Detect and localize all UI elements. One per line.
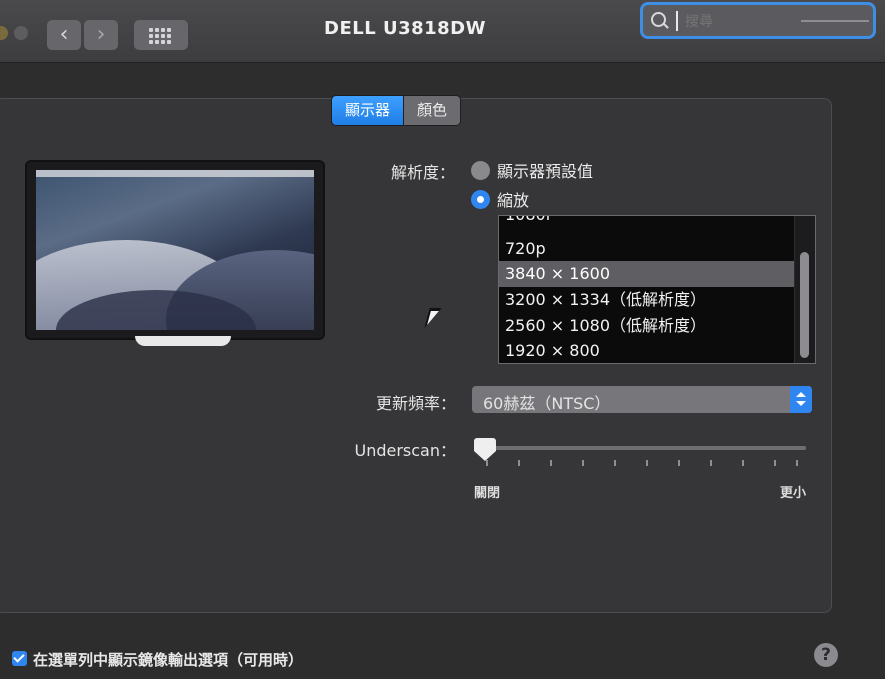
search-field[interactable]	[640, 2, 876, 39]
show-all-button[interactable]	[134, 20, 188, 50]
title-bar: ‹ › DELL U3818DW	[0, 0, 885, 63]
window-control-dot[interactable]	[0, 26, 8, 40]
scrollbar-thumb[interactable]	[800, 252, 809, 358]
radio-label: 縮放	[497, 191, 530, 210]
underscan-slider-knob[interactable]	[474, 438, 496, 461]
slider-min-label: 關閉	[474, 486, 501, 501]
resolution-option[interactable]: 3200 × 1334（低解析度）	[499, 287, 795, 313]
underscan-slider[interactable]	[478, 446, 806, 450]
tab-display[interactable]: 顯示器	[331, 95, 405, 126]
slider-tick	[518, 460, 520, 466]
select-arrows-icon	[790, 386, 812, 413]
slider-max-label: 更小	[780, 486, 807, 501]
search-icon	[651, 12, 666, 27]
help-button[interactable]: ?	[814, 643, 838, 667]
slider-tick	[710, 460, 712, 466]
resolution-label: 解析度：	[390, 163, 455, 182]
text-caret	[676, 11, 678, 31]
refresh-rate-select[interactable]: 60赫茲（NTSC）	[472, 386, 812, 413]
underscan-label: Underscan：	[354, 441, 456, 460]
window-title: DELL U3818DW	[324, 18, 486, 39]
refresh-rate-label: 更新頻率：	[375, 394, 456, 413]
desktop-wallpaper	[36, 170, 314, 330]
resolution-option[interactable]: 3840 × 1600	[499, 261, 795, 287]
search-input[interactable]	[683, 9, 827, 35]
search-field-glare	[801, 20, 869, 22]
radio-button[interactable]	[471, 189, 490, 209]
scrollbar[interactable]	[794, 216, 815, 363]
mirror-options-checkbox[interactable]	[12, 651, 27, 666]
radio-label: 顯示器預設值	[497, 162, 594, 181]
preview-menubar	[36, 170, 314, 177]
slider-tick	[742, 460, 744, 466]
slider-tick	[646, 460, 648, 466]
resolution-option[interactable]: 1920 × 800	[499, 338, 795, 363]
chevron-left-icon: ‹	[59, 22, 69, 47]
tab-bar: 顯示器 顏色	[331, 95, 462, 126]
resolution-option[interactable]: 1080i	[499, 216, 795, 228]
radio-scaled[interactable]: 縮放	[471, 187, 529, 211]
slider-tick	[550, 460, 552, 466]
slider-tick	[774, 460, 776, 466]
back-button[interactable]: ‹	[47, 20, 81, 50]
slider-tick	[614, 460, 616, 466]
resolution-option[interactable]: 720p	[499, 236, 795, 262]
refresh-rate-value: 60赫茲（NTSC）	[483, 394, 611, 413]
window-control-dot[interactable]	[14, 26, 28, 40]
slider-tick	[796, 460, 798, 466]
forward-button[interactable]: ›	[84, 20, 118, 50]
display-preview	[27, 162, 323, 338]
resolution-list[interactable]: 1080i 720p 3840 × 1600 3200 × 1334（低解析度）…	[498, 215, 816, 364]
slider-tick	[582, 460, 584, 466]
radio-default-for-display[interactable]: 顯示器預設值	[471, 158, 593, 182]
slider-tick	[678, 460, 680, 466]
chevron-right-icon: ›	[96, 22, 106, 47]
mirror-options-label: 在選單列中顯示鏡像輸出選項（可用時）	[33, 651, 304, 669]
display-stand	[135, 336, 231, 346]
radio-button[interactable]	[471, 160, 490, 180]
resolution-option[interactable]: 2560 × 1080（低解析度）	[499, 313, 795, 339]
tab-color[interactable]: 顏色	[404, 95, 462, 126]
